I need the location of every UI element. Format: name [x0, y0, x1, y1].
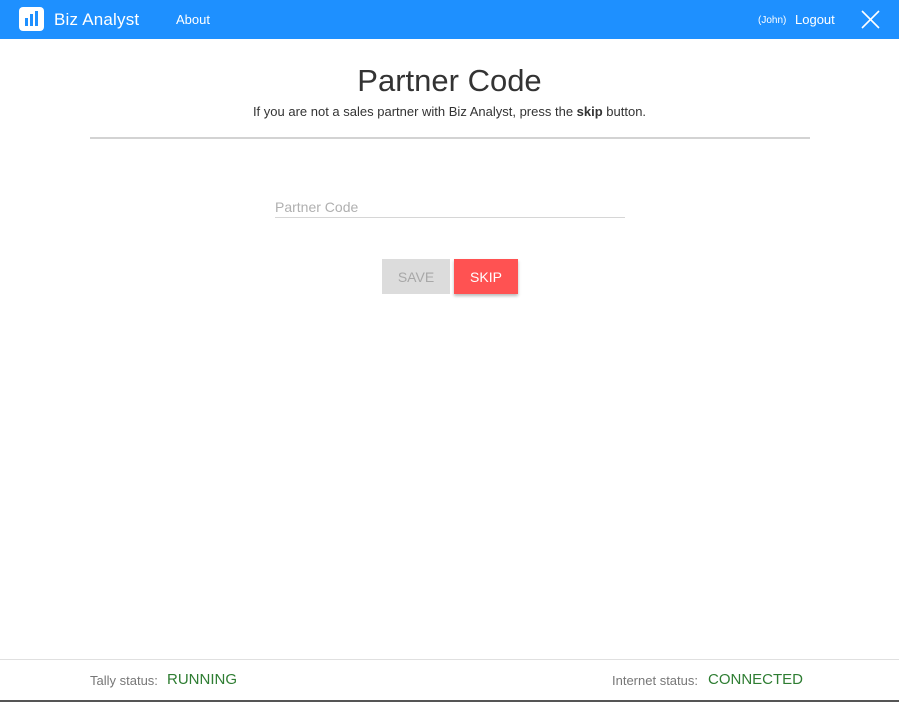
subtitle-skip-word: skip [576, 104, 603, 119]
subtitle-text-start: If you are not a sales partner with Biz … [252, 104, 577, 119]
skip-button[interactable]: Skip [454, 259, 518, 294]
status-bar: Tally status: RUNNING Internet status: C… [0, 659, 899, 702]
close-icon[interactable] [861, 10, 880, 29]
tally-status-label: Tally status: [90, 673, 158, 688]
internet-status-value: CONNECTED [708, 671, 804, 688]
logout-link[interactable]: Logout [795, 12, 835, 27]
page-title: Partner Code [357, 63, 542, 98]
top-bar: Biz Analyst About (John) Logout [0, 0, 899, 39]
subtitle-text-end: button. [602, 104, 647, 119]
tally-status-value: RUNNING [167, 671, 237, 688]
page-subtitle: If you are not a sales partner with Biz … [0, 104, 899, 119]
save-button[interactable]: Save [382, 259, 450, 294]
divider [90, 137, 810, 139]
about-link[interactable]: About [176, 12, 210, 27]
bar-chart-icon [19, 7, 44, 31]
internet-status-label: Internet status: [612, 673, 698, 688]
username: (John) [758, 15, 787, 26]
partner-code-input[interactable] [275, 196, 625, 218]
app-title: Biz Analyst [54, 10, 140, 29]
